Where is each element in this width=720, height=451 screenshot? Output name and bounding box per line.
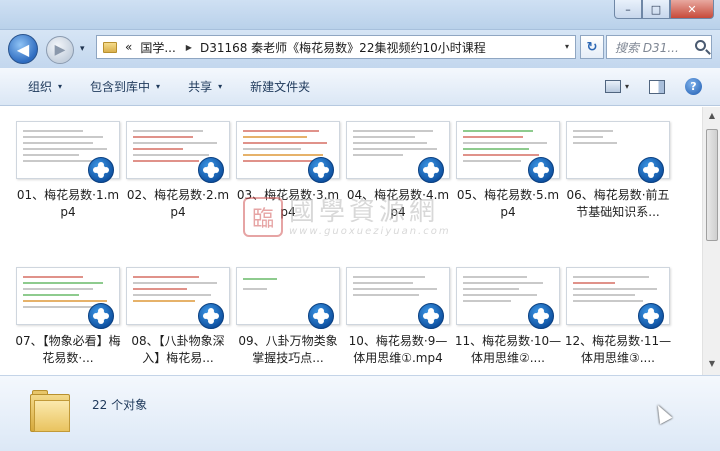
search-icon[interactable] xyxy=(695,40,706,51)
file-name: 01、梅花易数·1.mp4 xyxy=(16,188,120,219)
scrollbar-thumb[interactable] xyxy=(706,129,718,241)
media-player-icon xyxy=(308,303,334,329)
file-item[interactable]: 06、梅花易数·前五节基础知识系... xyxy=(564,111,672,241)
file-name: 05、梅花易数·5.mp4 xyxy=(456,188,560,219)
file-item[interactable]: 11、梅花易数·10—体用思维②.... xyxy=(454,257,562,387)
chevron-down-icon: ▾ xyxy=(218,82,223,91)
file-name: 08、【八卦物象深入】梅花易... xyxy=(131,334,225,365)
navigation-bar: ◀ ▶ ▾ « 国学... ▶ D31168 秦老师《梅花易数》22集视频约10… xyxy=(0,30,720,68)
vertical-scrollbar[interactable]: ▲ ▼ xyxy=(702,107,720,375)
watermark: 臨 國學資源網 www.guoxueziyuan.com xyxy=(243,197,451,237)
command-toolbar: 组织 ▾ 包含到库中 ▾ 共享 ▾ 新建文件夹 ▾ ? xyxy=(0,68,720,106)
breadcrumb-segment-current[interactable]: D31168 秦老师《梅花易数》22集视频约10小时课程 xyxy=(200,39,486,56)
chevron-down-icon: ▾ xyxy=(156,82,161,91)
media-player-icon xyxy=(198,303,224,329)
new-folder-label: 新建文件夹 xyxy=(250,80,311,94)
breadcrumb-overflow[interactable]: « xyxy=(125,40,132,54)
watermark-text: 國學資源網 www.guoxueziyuan.com xyxy=(289,198,451,237)
refresh-button[interactable]: ↻ xyxy=(580,35,604,59)
file-item[interactable]: 02、梅花易数·2.mp4 xyxy=(124,111,232,241)
file-name: 10、梅花易数·9—体用思维①.mp4 xyxy=(348,334,448,365)
file-item[interactable]: 07、【物象必看】梅花易数·... xyxy=(14,257,122,387)
file-item[interactable]: 09、八卦万物类象掌握技巧点... xyxy=(234,257,342,387)
folder-icon xyxy=(103,41,117,53)
file-name: 07、【物象必看】梅花易数·... xyxy=(15,334,121,365)
share-menu[interactable]: 共享 ▾ xyxy=(188,78,222,95)
breadcrumb-separator-icon[interactable]: ▶ xyxy=(186,43,192,52)
watermark-title: 國學資源網 xyxy=(289,196,440,227)
file-item[interactable]: 12、梅花易数·11—体用思维③.... xyxy=(564,257,672,387)
scroll-down-icon[interactable]: ▼ xyxy=(706,359,718,371)
scroll-up-icon[interactable]: ▲ xyxy=(706,111,718,123)
address-dropdown-icon[interactable]: ▾ xyxy=(565,42,569,51)
file-name: 09、八卦万物类象掌握技巧点... xyxy=(238,334,338,365)
folder-icon xyxy=(30,390,70,432)
address-bar[interactable]: « 国学... ▶ D31168 秦老师《梅花易数》22集视频约10小时课程 ▾ xyxy=(96,35,576,59)
view-options-dropdown[interactable]: ▾ xyxy=(625,82,629,91)
change-view-icon[interactable] xyxy=(604,80,621,93)
item-count: 22 个对象 xyxy=(92,398,148,412)
search-input[interactable]: 搜索 D31... xyxy=(606,35,712,59)
file-name: 02、梅花易数·2.mp4 xyxy=(126,188,230,219)
media-player-icon xyxy=(638,303,664,329)
file-name: 11、梅花易数·10—体用思维②.... xyxy=(454,334,562,365)
chevron-down-icon: ▾ xyxy=(58,82,63,91)
preview-pane-icon[interactable] xyxy=(649,79,665,94)
close-button[interactable]: ✕ xyxy=(670,0,714,19)
media-player-icon xyxy=(88,157,114,183)
media-player-icon xyxy=(528,157,554,183)
new-folder-button[interactable]: 新建文件夹 xyxy=(250,78,310,95)
media-player-icon xyxy=(88,303,114,329)
details-pane: 22 个对象 xyxy=(0,375,720,451)
forward-button[interactable]: ▶ xyxy=(46,36,74,64)
search-placeholder: 搜索 D31... xyxy=(615,40,679,55)
minimize-button[interactable]: – xyxy=(614,0,642,19)
file-item[interactable]: 05、梅花易数·5.mp4 xyxy=(454,111,562,241)
file-item[interactable]: 08、【八卦物象深入】梅花易... xyxy=(124,257,232,387)
file-list: 01、梅花易数·1.mp4 02、梅花易数·2.mp4 03、梅花易数·3.mp… xyxy=(0,107,702,375)
toolbar-right-group: ▾ ? xyxy=(604,78,702,95)
file-name: 12、梅花易数·11—体用思维③.... xyxy=(564,334,672,365)
share-label: 共享 xyxy=(188,80,213,94)
media-player-icon xyxy=(198,157,224,183)
include-in-library-menu[interactable]: 包含到库中 ▾ xyxy=(90,78,160,95)
recent-pages-dropdown[interactable]: ▾ xyxy=(80,44,85,54)
back-button[interactable]: ◀ xyxy=(8,34,38,64)
organize-label: 组织 xyxy=(28,80,53,94)
media-player-icon xyxy=(308,157,334,183)
help-icon[interactable]: ? xyxy=(685,78,702,95)
media-player-icon xyxy=(528,303,554,329)
media-player-icon xyxy=(418,157,444,183)
file-item[interactable]: 10、梅花易数·9—体用思维①.mp4 xyxy=(344,257,452,387)
title-bar: – □ ✕ xyxy=(0,0,720,30)
media-player-icon xyxy=(638,157,664,183)
window-controls: – □ ✕ xyxy=(614,0,714,20)
organize-menu[interactable]: 组织 ▾ xyxy=(28,78,62,95)
watermark-seal: 臨 xyxy=(243,197,283,237)
media-player-icon xyxy=(418,303,444,329)
file-name: 06、梅花易数·前五节基础知识系... xyxy=(566,188,670,219)
maximize-button[interactable]: □ xyxy=(642,0,670,19)
include-in-library-label: 包含到库中 xyxy=(90,80,151,94)
watermark-url: www.guoxueziyuan.com xyxy=(289,225,451,237)
breadcrumb-segment-parent[interactable]: 国学... xyxy=(140,39,175,56)
file-item[interactable]: 01、梅花易数·1.mp4 xyxy=(14,111,122,241)
